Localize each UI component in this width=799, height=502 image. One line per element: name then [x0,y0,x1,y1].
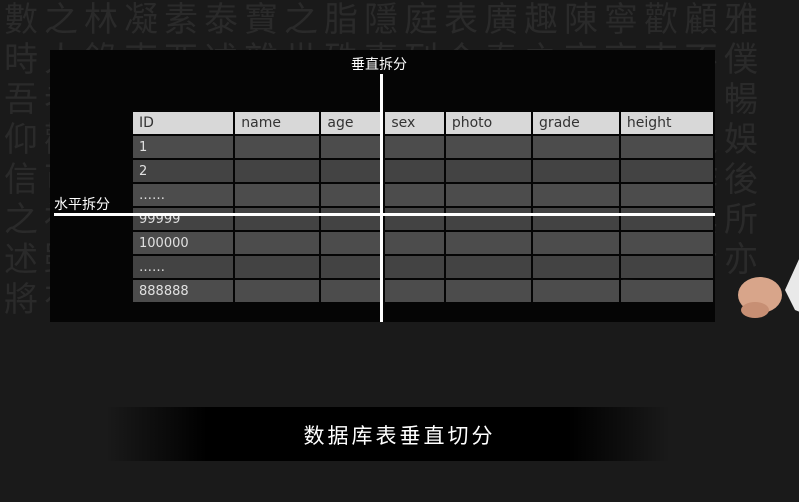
table-row: 99999 [133,208,713,230]
video-subtitle: 数据库表垂直切分 [303,424,496,448]
table-row: 100000 [133,232,713,254]
header-height: height [620,112,713,134]
table-row: 2 [133,160,713,182]
table-row: …… [133,184,713,206]
header-age: age [321,112,384,134]
id-cell: 99999 [133,208,234,230]
table-header-row: ID name age sex photo grade height [133,112,713,134]
table-row: 1 [133,136,713,158]
id-cell: 2 [133,160,234,182]
id-cell: 100000 [133,232,234,254]
id-cell: …… [133,184,234,206]
id-cell: 888888 [133,280,234,302]
id-cell: …… [133,256,234,278]
vertical-split-line [380,74,383,322]
horizontal-split-line [54,213,715,216]
header-photo: photo [445,112,532,134]
database-table: ID name age sex photo grade height 1 2 …… [131,110,715,304]
header-name: name [235,112,320,134]
vertical-split-label: 垂直拆分 [351,57,407,73]
header-sex: sex [385,112,444,134]
header-id: ID [133,112,234,134]
table-row: 888888 [133,280,713,302]
id-cell: 1 [133,136,234,158]
header-grade: grade [533,112,619,134]
table-row: …… [133,256,713,278]
horizontal-split-label: 水平拆分 [54,197,110,213]
